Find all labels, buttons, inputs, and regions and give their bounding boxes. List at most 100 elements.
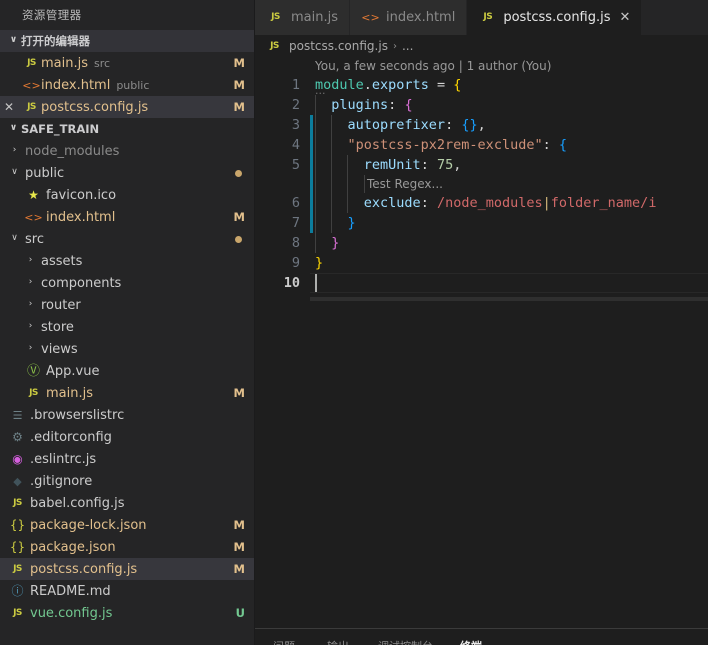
open-editor-folder: src: [94, 56, 111, 70]
tree-folder[interactable]: › store: [0, 316, 255, 338]
js-file-icon: JS: [13, 607, 22, 618]
close-icon[interactable]: ✕: [0, 101, 18, 113]
editor-group: JS main.js <> index.html JS postcss.config.js…: [255, 0, 708, 645]
status-badge: M: [233, 518, 245, 532]
test-regex-link[interactable]: Test Regex...: [367, 175, 443, 193]
line-number: 1: [291, 77, 300, 93]
line-number: 8: [291, 235, 300, 251]
breadcrumb-file[interactable]: postcss.config.js: [289, 39, 388, 53]
tree-folder[interactable]: › components: [0, 272, 255, 294]
indent-guide: [347, 175, 349, 193]
tab-label: main.js: [291, 10, 338, 25]
editor-line[interactable]: 9}: [255, 253, 708, 273]
tree-file[interactable]: JS babel.config.js: [0, 492, 255, 514]
indent-guide: [315, 175, 316, 193]
editor-line[interactable]: 10: [255, 273, 708, 293]
tree-item-label: postcss.config.js: [30, 561, 138, 577]
line-number: 2: [291, 97, 300, 113]
section-header-project[interactable]: ∨ SAFE_TRAIN: [0, 118, 255, 140]
editor-line[interactable]: 6 exclude: /node_modules|folder_name/i: [255, 193, 708, 213]
tree-file[interactable]: <> index.html M: [0, 206, 255, 228]
editor-horizontal-scrollbar[interactable]: [310, 297, 708, 301]
tab-label: postcss.config.js: [503, 10, 611, 25]
editor-tab[interactable]: JS postcss.config.js ✕: [467, 0, 643, 35]
chevron-down-icon: ∨: [9, 122, 18, 133]
gutter-modified-marker: [310, 213, 313, 233]
tree-folder[interactable]: › views: [0, 338, 255, 360]
tree-item-label: node_modules: [25, 143, 120, 159]
tree-item-label: store: [41, 319, 74, 335]
chevron-down-icon[interactable]: ∨: [8, 167, 21, 177]
line-content: exclude: /node_modules|folder_name/i: [363, 195, 657, 211]
line-number: 9: [291, 255, 300, 271]
js-file-icon: JS: [271, 12, 280, 22]
tree-folder[interactable]: ∨ src: [0, 228, 255, 250]
json-file-icon: {}: [9, 540, 26, 554]
panel-tab[interactable]: 终端: [460, 638, 482, 645]
current-line-highlight: [310, 273, 708, 293]
open-editor-item[interactable]: JS main.js src M: [0, 52, 255, 74]
tree-folder[interactable]: › node_modules: [0, 140, 255, 162]
tree-item-label: .browserslistrc: [30, 407, 125, 423]
tree-file[interactable]: JS vue.config.js U: [0, 602, 255, 624]
open-editor-item[interactable]: ✕ JS postcss.config.js M: [0, 96, 255, 118]
panel-tab[interactable]: 调试控制台: [378, 638, 433, 645]
tree-file[interactable]: Ⓥ App.vue: [0, 360, 255, 382]
tree-item-label: package.json: [30, 539, 116, 555]
tree-file[interactable]: JS main.js M: [0, 382, 255, 404]
gutter-modified-marker: [310, 193, 313, 213]
tree-folder[interactable]: › assets: [0, 250, 255, 272]
line-content: remUnit: 75,: [363, 157, 462, 173]
chevron-right-icon[interactable]: ›: [24, 343, 37, 353]
section-label-open-editors: 打开的编辑器: [21, 34, 90, 48]
tree-file[interactable]: JS postcss.config.js M: [0, 558, 255, 580]
tree-folder[interactable]: › router: [0, 294, 255, 316]
chevron-down-icon[interactable]: ∨: [8, 233, 21, 243]
chevron-right-icon[interactable]: ›: [24, 277, 37, 287]
editor-line[interactable]: 4 "postcss-px2rem-exclude": {: [255, 135, 708, 155]
panel-tab[interactable]: 问题: [273, 638, 295, 645]
code-lens-row: You, a few seconds ago | 1 author (You): [255, 57, 708, 75]
editor-tab[interactable]: JS main.js: [255, 0, 350, 35]
editor-line[interactable]: 5 remUnit: 75,: [255, 155, 708, 175]
tree-file[interactable]: ◉ .eslintrc.js: [0, 448, 255, 470]
readme-info-icon: ⓘ: [11, 584, 24, 598]
open-editor-name: postcss.config.js: [41, 99, 149, 115]
close-icon[interactable]: ✕: [620, 11, 631, 24]
editor-line[interactable]: 3 autoprefixer: {},: [255, 115, 708, 135]
tree-file[interactable]: ⚙ .editorconfig: [0, 426, 255, 448]
editor-line[interactable]: 2 plugins: {: [255, 95, 708, 115]
line-content: "postcss-px2rem-exclude": {: [347, 137, 568, 153]
tree-item-label: index.html: [46, 209, 116, 225]
section-header-open-editors[interactable]: ∨ 打开的编辑器: [0, 30, 255, 52]
tree-file[interactable]: ⓘ README.md: [0, 580, 255, 602]
open-editor-item[interactable]: <> index.html public M: [0, 74, 255, 96]
editor-line[interactable]: 8 }: [255, 233, 708, 253]
status-badge: M: [233, 210, 245, 224]
open-editor-name: main.js: [41, 55, 88, 71]
eslint-icon: ◉: [12, 452, 23, 466]
tree-item-label: .gitignore: [30, 473, 93, 489]
chevron-right-icon[interactable]: ›: [24, 255, 37, 265]
code-editor[interactable]: You, a few seconds ago | 1 author (You) 1…: [255, 57, 708, 645]
editor-tab[interactable]: <> index.html: [350, 0, 468, 35]
code-lens-text[interactable]: You, a few seconds ago | 1 author (You): [315, 57, 551, 75]
panel-tab[interactable]: 输出: [327, 638, 349, 645]
tree-folder[interactable]: ∨ public: [0, 162, 255, 184]
chevron-right-icon[interactable]: ›: [8, 145, 21, 155]
tree-file[interactable]: ☰ .browserslistrc: [0, 404, 255, 426]
tree-item-label: .editorconfig: [30, 429, 112, 445]
breadcrumb-tail[interactable]: ...: [402, 39, 413, 53]
chevron-right-icon[interactable]: ›: [24, 321, 37, 331]
tree-file[interactable]: ★ favicon.ico: [0, 184, 255, 206]
tree-file[interactable]: {} package.json M: [0, 536, 255, 558]
tree-file[interactable]: ◆ .gitignore: [0, 470, 255, 492]
tree-item-label: vue.config.js: [30, 605, 113, 621]
editor-line[interactable]: 1... module.exports = {: [255, 75, 708, 96]
line-content: module.exports = {: [315, 77, 462, 93]
chevron-right-icon[interactable]: ›: [24, 299, 37, 309]
tree-item-label: package-lock.json: [30, 517, 147, 533]
breadcrumb[interactable]: JS postcss.config.js › ...: [255, 35, 708, 57]
editor-line[interactable]: 7 }: [255, 213, 708, 233]
tree-file[interactable]: {} package-lock.json M: [0, 514, 255, 536]
